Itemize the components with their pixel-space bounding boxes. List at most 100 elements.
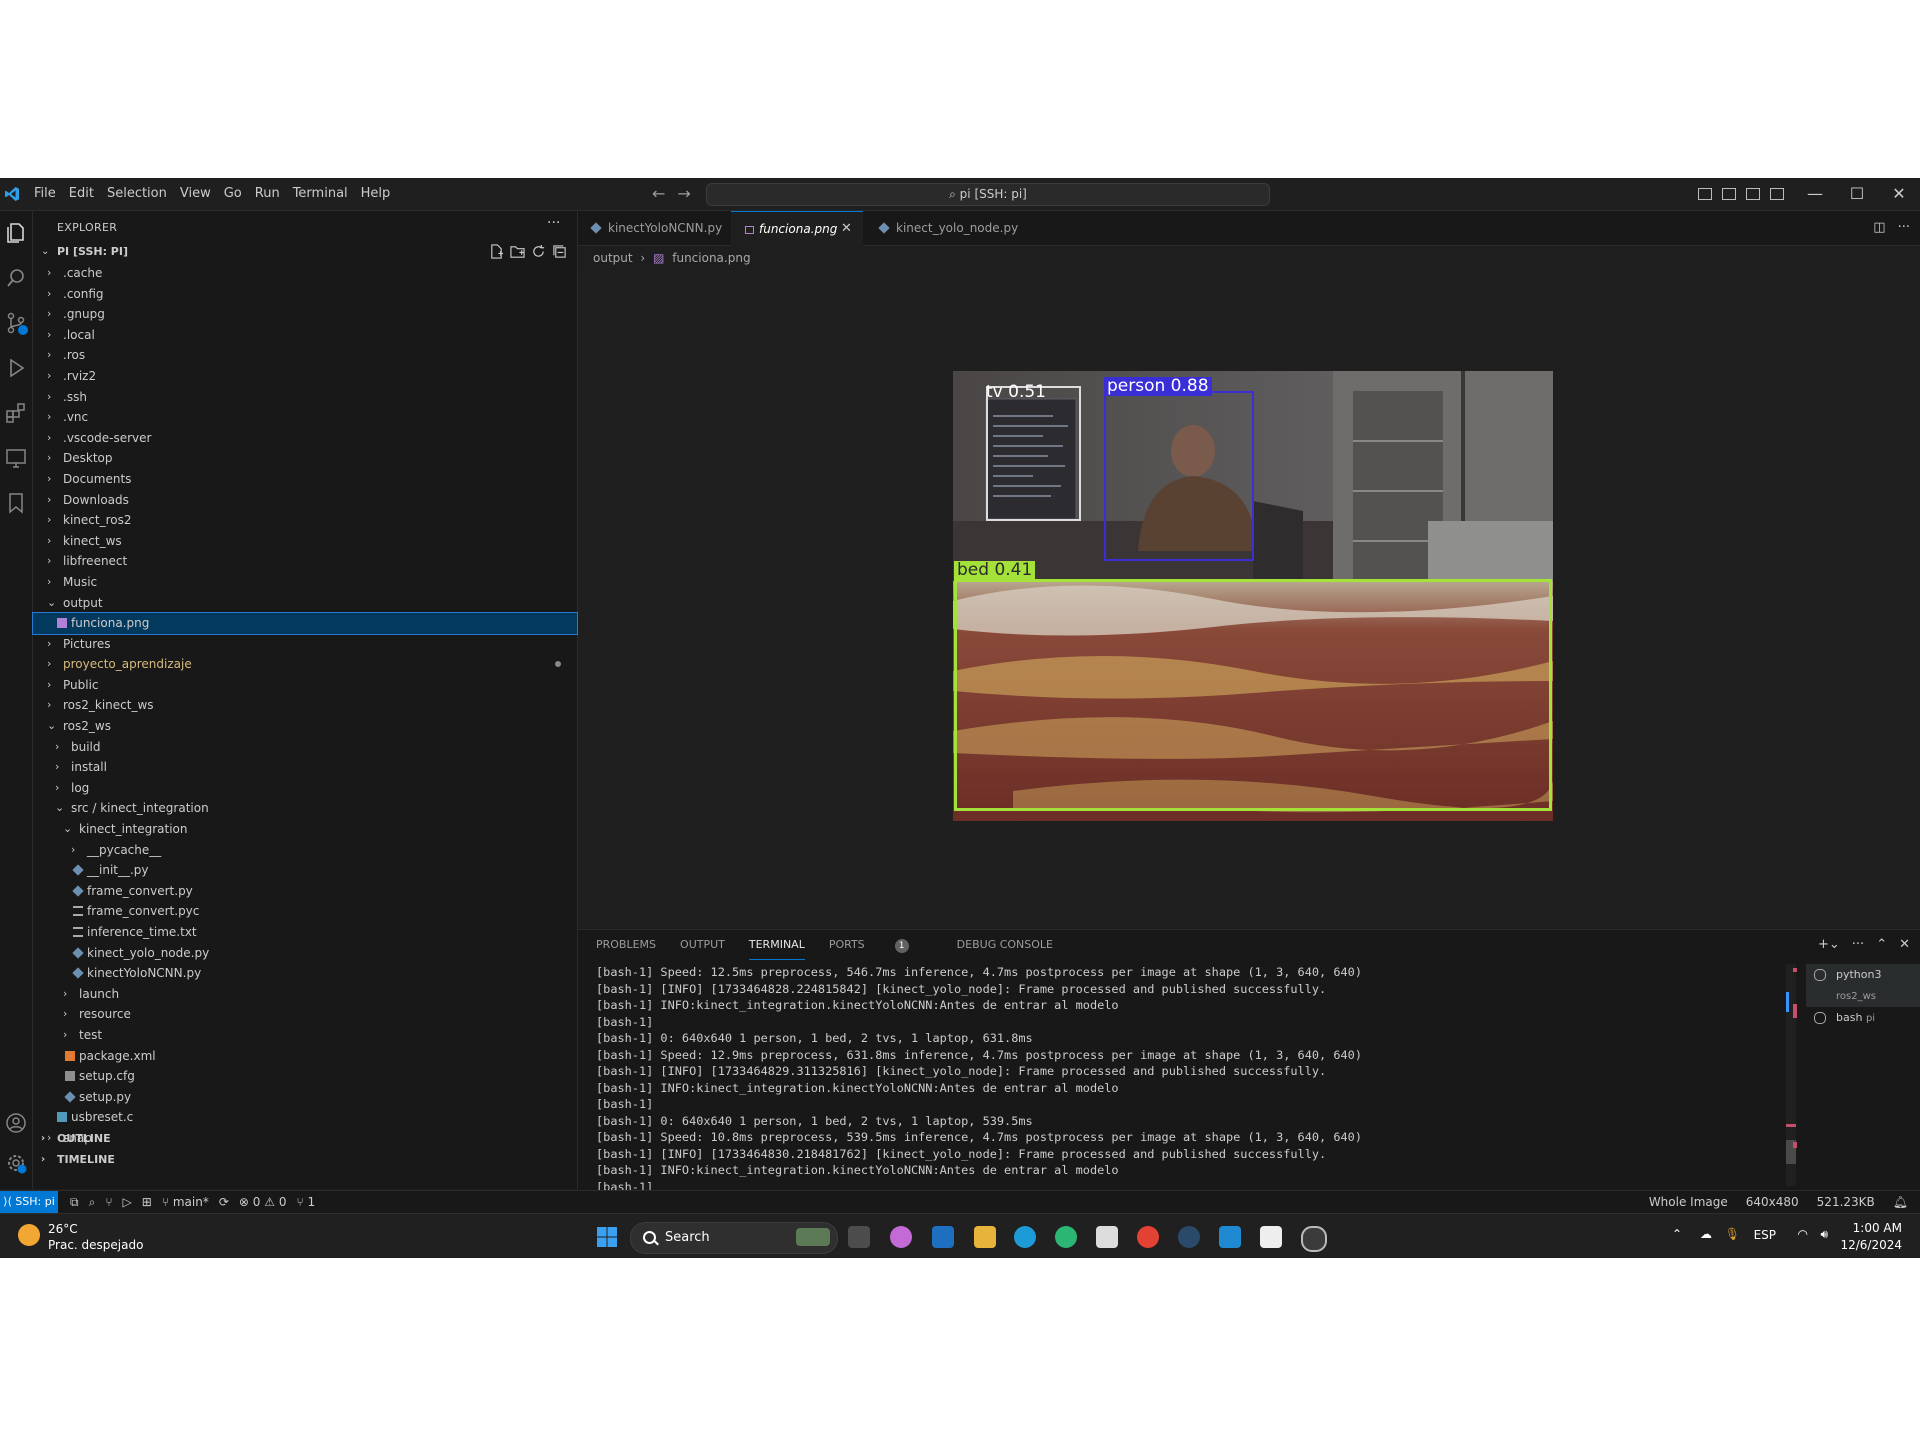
remote-indicator[interactable]: ⟩⟨ SSH: pi <box>0 1191 58 1213</box>
tree-folder[interactable]: › .gnupg <box>33 304 577 325</box>
tree-folder[interactable]: › ros2_kinect_ws <box>33 695 577 716</box>
tree-folder[interactable]: › .vscode-server <box>33 428 577 449</box>
menu-file[interactable]: File <box>34 178 56 210</box>
steam-icon[interactable] <box>1178 1226 1200 1248</box>
onedrive-icon[interactable]: ☁ <box>1700 1227 1712 1241</box>
tree-folder[interactable]: ⌄ kinect_integration <box>33 819 577 840</box>
tree-folder[interactable]: › Downloads <box>33 490 577 511</box>
terminal-item-bash[interactable]: bash pi <box>1806 1007 1920 1029</box>
wifi-icon[interactable]: ◠ <box>1798 1227 1808 1241</box>
tree-folder[interactable]: › Public <box>33 675 577 696</box>
tree-folder[interactable]: ⌄ output <box>33 593 577 614</box>
tree-folder[interactable]: › test <box>33 1025 577 1046</box>
weather-widget[interactable]: 26°C Prac. despejado <box>18 1220 158 1254</box>
tree-folder[interactable]: › log <box>33 778 577 799</box>
customize-layout-icon[interactable] <box>1770 188 1784 200</box>
tab-funciona-png[interactable]: funciona.png ✕ <box>731 211 863 246</box>
arrow-right-icon[interactable]: → <box>677 178 690 210</box>
toggle-primary-sidebar-icon[interactable] <box>1698 188 1712 200</box>
tab-kinectyoloncnn[interactable]: kinectYoloNCNN.py <box>578 211 730 245</box>
settings-gear-icon[interactable] <box>4 1151 28 1175</box>
extensions-icon[interactable]: ⊞ <box>142 1191 152 1213</box>
menu-view[interactable]: View <box>180 178 211 210</box>
collapse-all-icon[interactable] <box>552 244 567 259</box>
menu-help[interactable]: Help <box>361 178 391 210</box>
refresh-icon[interactable] <box>531 244 546 259</box>
terminal-scrollbar[interactable] <box>1784 964 1798 1186</box>
menu-go[interactable]: Go <box>224 178 242 210</box>
tree-file[interactable]: setup.cfg <box>33 1066 577 1087</box>
copilot-icon[interactable] <box>890 1226 912 1248</box>
outline-section[interactable]: › OUTLINE <box>33 1129 577 1149</box>
command-center[interactable]: ⌕ pi [SSH: pi] <box>706 183 1270 206</box>
app-icon[interactable] <box>1301 1226 1327 1252</box>
tree-folder[interactable]: › .cache <box>33 263 577 284</box>
toggle-panel-icon[interactable] <box>1722 188 1736 200</box>
account-icon[interactable] <box>4 1111 28 1135</box>
chevron-up-icon[interactable]: ⌃ <box>1672 1227 1682 1241</box>
tree-folder[interactable]: › Documents <box>33 469 577 490</box>
tree-folder[interactable]: › libfreenect <box>33 551 577 572</box>
maximize-button[interactable]: ☐ <box>1836 178 1878 210</box>
tree-folder[interactable]: › .ssh <box>33 387 577 408</box>
tree-folder[interactable]: › .local <box>33 325 577 346</box>
tree-file[interactable]: inference_time.txt <box>33 922 577 943</box>
close-panel-icon[interactable]: ✕ <box>1899 930 1910 960</box>
tab-debug-console[interactable]: DEBUG CONSOLE <box>957 930 1053 960</box>
tree-folder[interactable]: › .rviz2 <box>33 366 577 387</box>
tree-file[interactable]: package.xml <box>33 1046 577 1067</box>
timeline-section[interactable]: › TIMELINE <box>33 1150 577 1170</box>
tree-folder[interactable]: › Desktop <box>33 448 577 469</box>
bookmark-icon[interactable] <box>4 491 28 515</box>
tree-folder[interactable]: › proyecto_aprendizaje <box>33 654 577 675</box>
jetbrains-icon[interactable] <box>1260 1226 1282 1248</box>
tree-file[interactable]: __init__.py <box>33 860 577 881</box>
branch-indicator[interactable]: ⑂ main* <box>162 1191 209 1213</box>
search-icon[interactable] <box>4 266 28 290</box>
more-actions-icon[interactable]: ··· <box>547 215 560 231</box>
vscode-taskbar-icon[interactable] <box>1219 1226 1241 1248</box>
more-actions-icon[interactable]: ··· <box>1898 211 1910 245</box>
volume-icon[interactable]: 🔊︎ <box>1820 1227 1828 1242</box>
remote-explorer-icon[interactable] <box>4 446 28 470</box>
tab-ports[interactable]: PORTS 1 <box>829 930 933 960</box>
tree-file[interactable]: frame_convert.py <box>33 881 577 902</box>
extensions-icon[interactable] <box>4 401 28 425</box>
tab-kinect-yolo-node[interactable]: kinect_yolo_node.py <box>864 211 1018 245</box>
close-icon[interactable]: ✕ <box>841 212 852 246</box>
windows-start-icon[interactable] <box>596 1226 618 1248</box>
tree-folder[interactable]: › launch <box>33 984 577 1005</box>
arrow-left-icon[interactable]: ← <box>652 178 665 210</box>
tab-terminal[interactable]: TERMINAL <box>748 930 805 960</box>
split-editor-icon[interactable]: ◫ <box>1873 211 1885 245</box>
tree-file[interactable]: usbreset.c <box>33 1107 577 1128</box>
task-view-icon[interactable] <box>848 1226 870 1248</box>
tree-file[interactable]: frame_convert.pyc <box>33 901 577 922</box>
menu-terminal[interactable]: Terminal <box>293 178 348 210</box>
tree-file[interactable]: setup.py <box>33 1087 577 1108</box>
menu-run[interactable]: Run <box>255 178 280 210</box>
new-folder-icon[interactable] <box>510 244 525 259</box>
menu-edit[interactable]: Edit <box>69 178 94 210</box>
new-terminal-icon[interactable]: +⌄ <box>1818 930 1840 960</box>
tree-folder[interactable]: › .vnc <box>33 407 577 428</box>
tree-file[interactable]: kinect_yolo_node.py <box>33 943 577 964</box>
maximize-panel-icon[interactable]: ⌃ <box>1876 930 1887 960</box>
tree-file[interactable]: kinectYoloNCNN.py <box>33 963 577 984</box>
more-actions-icon[interactable]: ··· <box>1852 930 1864 960</box>
explorer-icon[interactable] <box>4 221 28 245</box>
store-icon[interactable] <box>1096 1226 1118 1248</box>
minimize-button[interactable]: — <box>1794 178 1836 210</box>
file-explorer-icon[interactable] <box>974 1226 996 1248</box>
ports-indicator[interactable]: ⑂ 1 <box>296 1191 315 1213</box>
terminal-item-python3[interactable]: python3 ros2_ws <box>1806 964 1920 1007</box>
tree-folder[interactable]: › .config <box>33 284 577 305</box>
tree-folder[interactable]: ⌄ ros2_ws <box>33 716 577 737</box>
breadcrumb-file[interactable]: funciona.png <box>672 251 750 265</box>
tree-folder[interactable]: › __pycache__ <box>33 840 577 861</box>
microphone-icon[interactable]: 🎙︎ <box>1725 1227 1740 1241</box>
tree-folder[interactable]: › build <box>33 737 577 758</box>
outlook-icon[interactable] <box>932 1226 954 1248</box>
tree-folder[interactable]: › kinect_ws <box>33 531 577 552</box>
bell-icon[interactable]: 🔔︎ <box>1893 1191 1908 1213</box>
